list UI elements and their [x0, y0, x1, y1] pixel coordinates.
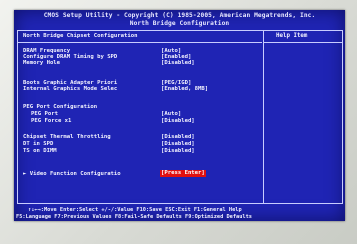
- setting-thermal-throttling-value[interactable]: [Disabled]: [161, 134, 195, 140]
- setting-peg-port-label: PEG Port: [31, 111, 58, 117]
- footer-divider: [17, 203, 343, 204]
- setting-peg-force-label: PEG Force x1: [31, 118, 72, 124]
- header-divider: [17, 30, 342, 31]
- bios-screen: CMOS Setup Utility - Copyright (C) 1985-…: [14, 10, 345, 221]
- panel-title: North Bridge Chipset Configuration: [23, 33, 138, 39]
- setting-internal-graphics-value[interactable]: [Enabled, 8MB]: [161, 86, 208, 92]
- page-title: North Bridge Configuration: [129, 20, 230, 27]
- setting-memory-hole-label: Memory Hole: [23, 60, 61, 66]
- setting-peg-force-value[interactable]: [Disabled]: [161, 118, 195, 124]
- help-panel-border: [263, 30, 264, 203]
- footer-key-help-line1: ↑↓←→:Move Enter:Select +/-/:Value F10:Sa…: [28, 207, 242, 213]
- panel-title-divider: [17, 42, 262, 43]
- bios-copyright: CMOS Setup Utility - Copyright (C) 1985-…: [43, 12, 316, 19]
- video-function-config-enter[interactable]: [Press Enter]: [160, 170, 206, 177]
- setting-ts-on-dimm-value[interactable]: [Disabled]: [161, 148, 195, 154]
- right-border: [342, 30, 343, 203]
- setting-memory-hole-value[interactable]: [Disabled]: [161, 60, 195, 66]
- video-function-config-item[interactable]: ► Video Function Configuratio: [23, 171, 121, 177]
- help-title: Help Item: [276, 33, 308, 39]
- setting-internal-graphics-label: Internal Graphics Mode Selec: [23, 86, 118, 92]
- footer-key-help-line2: F5:Language F7:Previous Values F8:Fail-S…: [16, 214, 252, 220]
- help-title-divider: [264, 42, 342, 43]
- peg-port-config-heading: PEG Port Configuration: [23, 104, 98, 110]
- setting-thermal-throttling-label: Chipset Thermal Throttling: [23, 134, 111, 140]
- setting-ts-on-dimm-label: TS on DIMM: [23, 148, 57, 154]
- setting-peg-port-value[interactable]: [Auto]: [161, 111, 181, 117]
- left-border: [17, 30, 18, 203]
- setting-dt-in-spd-label: DT in SPD: [23, 141, 54, 147]
- setting-dt-in-spd-value[interactable]: [Disabled]: [161, 141, 195, 147]
- bios-header: CMOS Setup Utility - Copyright (C) 1985-…: [14, 12, 345, 28]
